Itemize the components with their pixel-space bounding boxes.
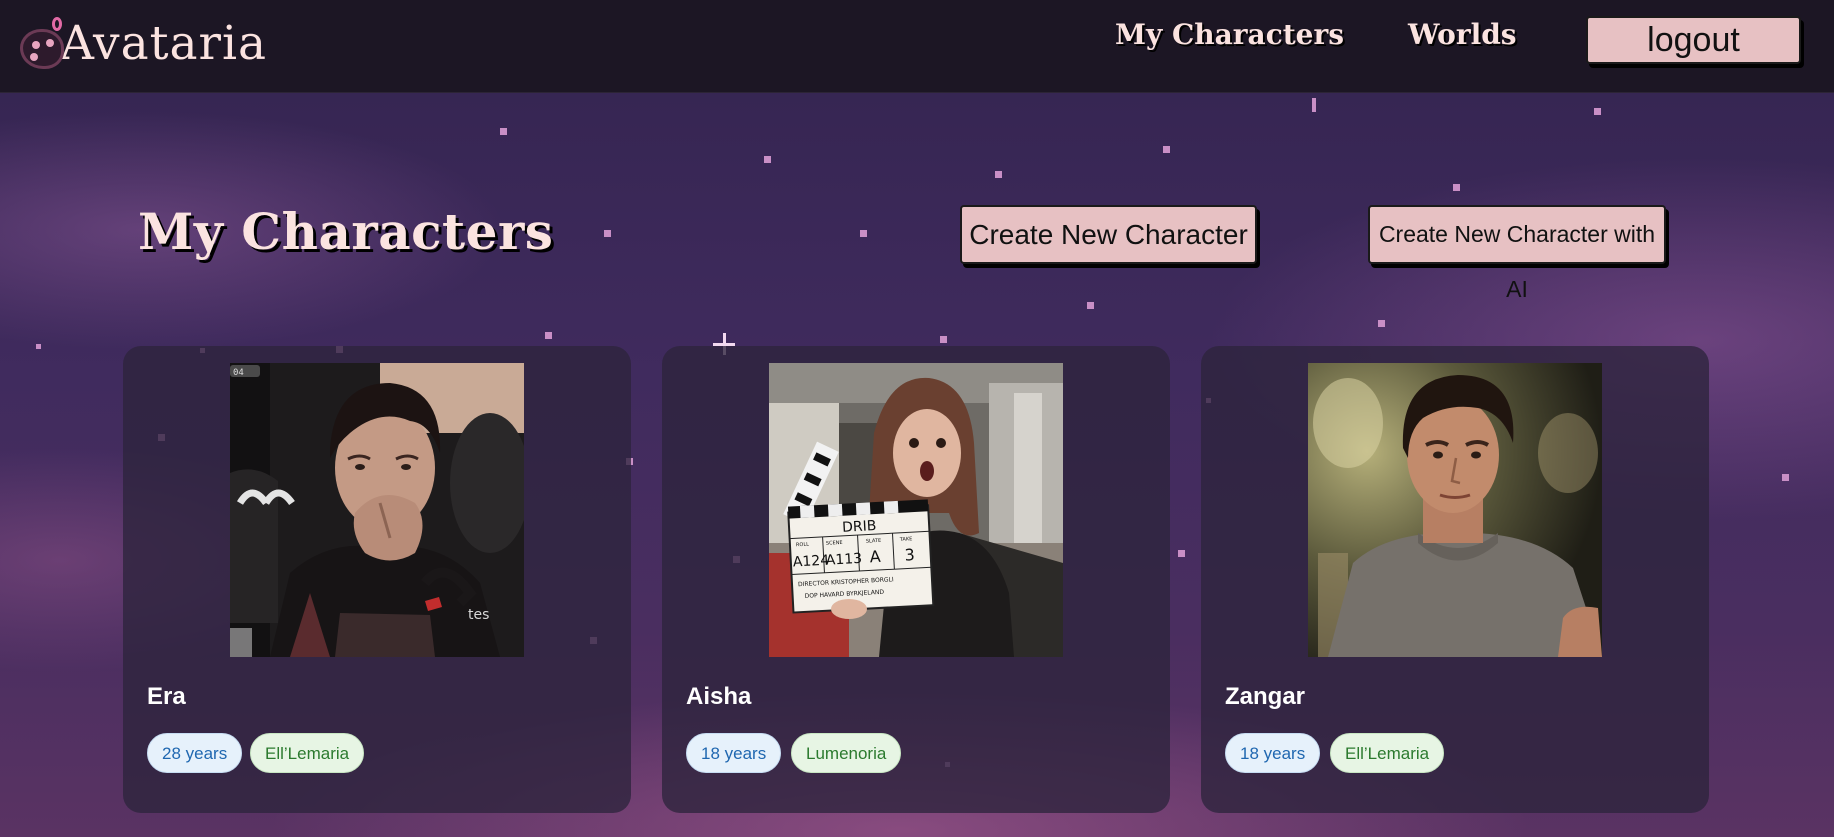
character-name: Aisha — [686, 683, 752, 710]
clapper-head-take: TAKE — [899, 536, 913, 543]
jersey-text: tes — [468, 607, 489, 623]
world-tag: Lumenoria — [791, 733, 902, 773]
app-logo[interactable]: Avataria — [18, 8, 267, 78]
character-photo: 04 tes — [230, 363, 524, 657]
clapper-head-roll: ROLL — [796, 542, 809, 549]
create-character-ai-button[interactable]: Create New Character with AI — [1368, 205, 1666, 302]
nav-my-characters[interactable]: My Characters — [1115, 18, 1344, 51]
character-photo: DRIB ROLL SCENE SLATE TAKE A124 A113 A 3… — [769, 363, 1063, 657]
top-navbar: Avataria My Characters Worlds logout — [0, 0, 1834, 93]
clapper-head-slate: SLATE — [866, 538, 882, 545]
nav-worlds[interactable]: Worlds — [1408, 18, 1517, 51]
create-character-button[interactable]: Create New Character — [960, 205, 1257, 264]
age-tag: 18 years — [686, 733, 782, 773]
monitor-label: 04 — [233, 368, 244, 378]
character-name: Zangar — [1225, 683, 1306, 710]
palette-logo-icon — [18, 15, 70, 71]
page-title: My Characters — [138, 202, 554, 261]
clapper-roll: A124 — [792, 553, 829, 571]
clapper-title: DRIB — [842, 518, 877, 536]
character-photo — [1308, 363, 1602, 657]
age-tag: 18 years — [1225, 733, 1321, 773]
clapper-head-scene: SCENE — [826, 540, 843, 547]
clapper-take: 3 — [904, 545, 915, 565]
clapper-slate: A — [869, 547, 881, 567]
character-name: Era — [147, 683, 186, 710]
logout-button[interactable]: logout — [1586, 16, 1801, 64]
world-tag: Ell’Lemaria — [1330, 733, 1445, 773]
clapper-scene: A113 — [825, 551, 862, 569]
app-logo-text: Avataria — [60, 15, 268, 71]
character-card[interactable]: Zangar 18 years Ell’Lemaria — [1201, 346, 1709, 813]
character-card[interactable]: DRIB ROLL SCENE SLATE TAKE A124 A113 A 3… — [662, 346, 1170, 813]
character-card[interactable]: 04 tes Era 28 years Ell’Lemaria — [123, 346, 631, 813]
world-tag: Ell’Lemaria — [250, 733, 365, 773]
age-tag: 28 years — [147, 733, 243, 773]
